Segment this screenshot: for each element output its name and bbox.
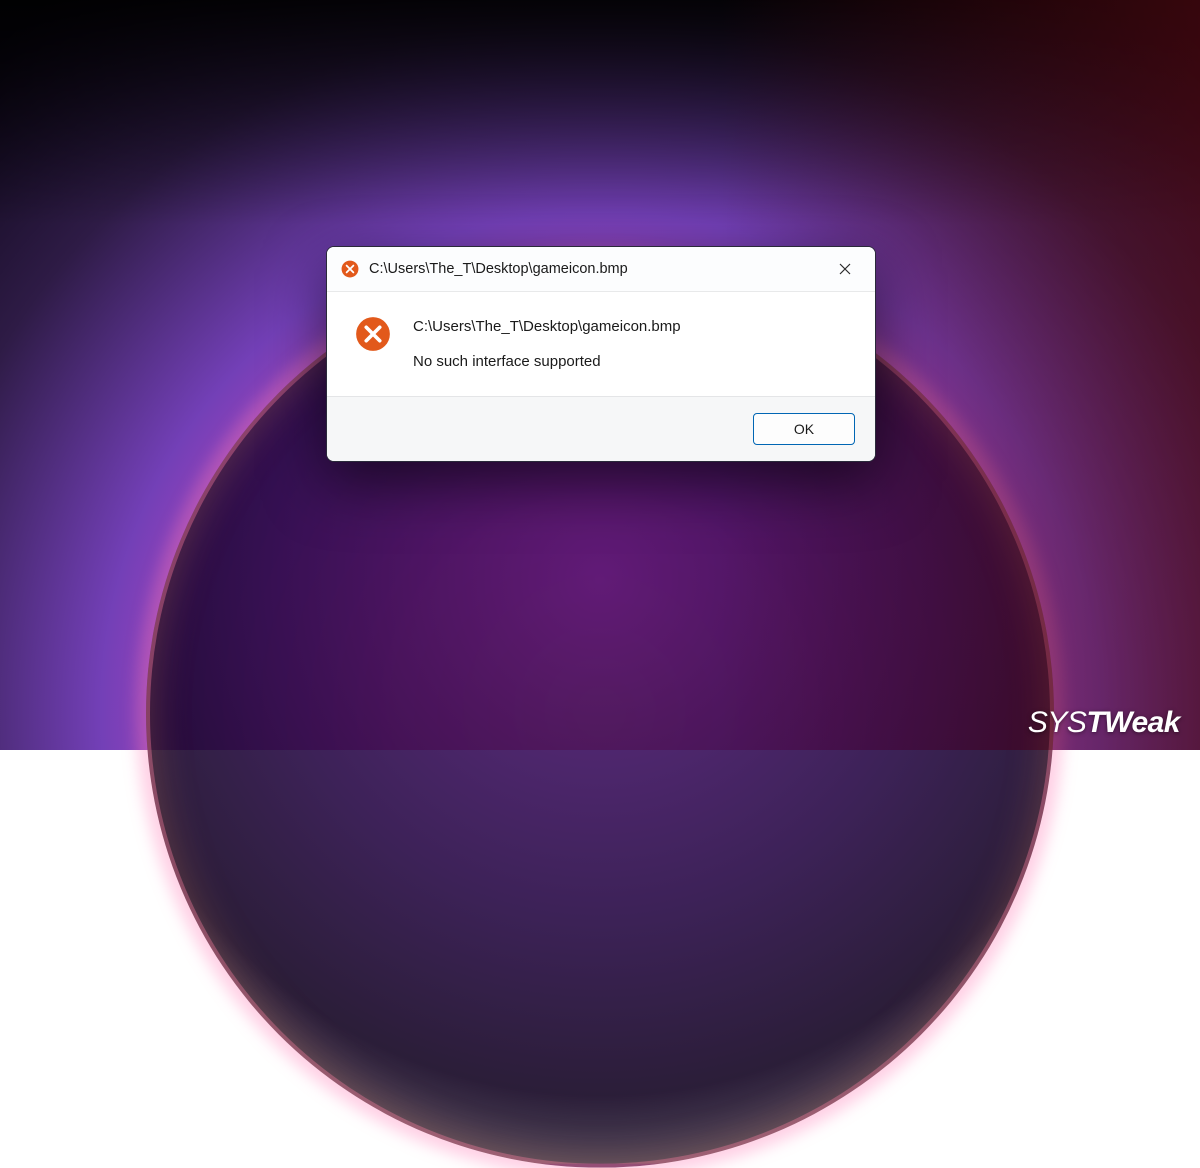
- error-icon: [341, 260, 359, 278]
- dialog-footer: OK: [327, 396, 875, 461]
- titlebar: C:\Users\The_T\Desktop\gameicon.bmp: [327, 247, 875, 292]
- watermark-prefix: SYS: [1028, 706, 1087, 739]
- error-dialog: C:\Users\The_T\Desktop\gameicon.bmp C:\U…: [326, 246, 876, 462]
- watermark-suffix: TWeak: [1086, 706, 1180, 739]
- dialog-title: C:\Users\The_T\Desktop\gameicon.bmp: [369, 261, 823, 277]
- error-message: No such interface supported: [413, 353, 847, 370]
- close-button[interactable]: [823, 252, 867, 286]
- close-icon: [839, 263, 851, 275]
- error-path: C:\Users\The_T\Desktop\gameicon.bmp: [413, 318, 847, 335]
- watermark-logo: SYSTWeak: [1028, 706, 1180, 740]
- message-column: C:\Users\The_T\Desktop\gameicon.bmp No s…: [413, 316, 847, 370]
- error-icon: [355, 316, 391, 352]
- ok-button[interactable]: OK: [753, 413, 855, 445]
- dialog-body: C:\Users\The_T\Desktop\gameicon.bmp No s…: [327, 292, 875, 396]
- ok-button-label: OK: [794, 421, 814, 437]
